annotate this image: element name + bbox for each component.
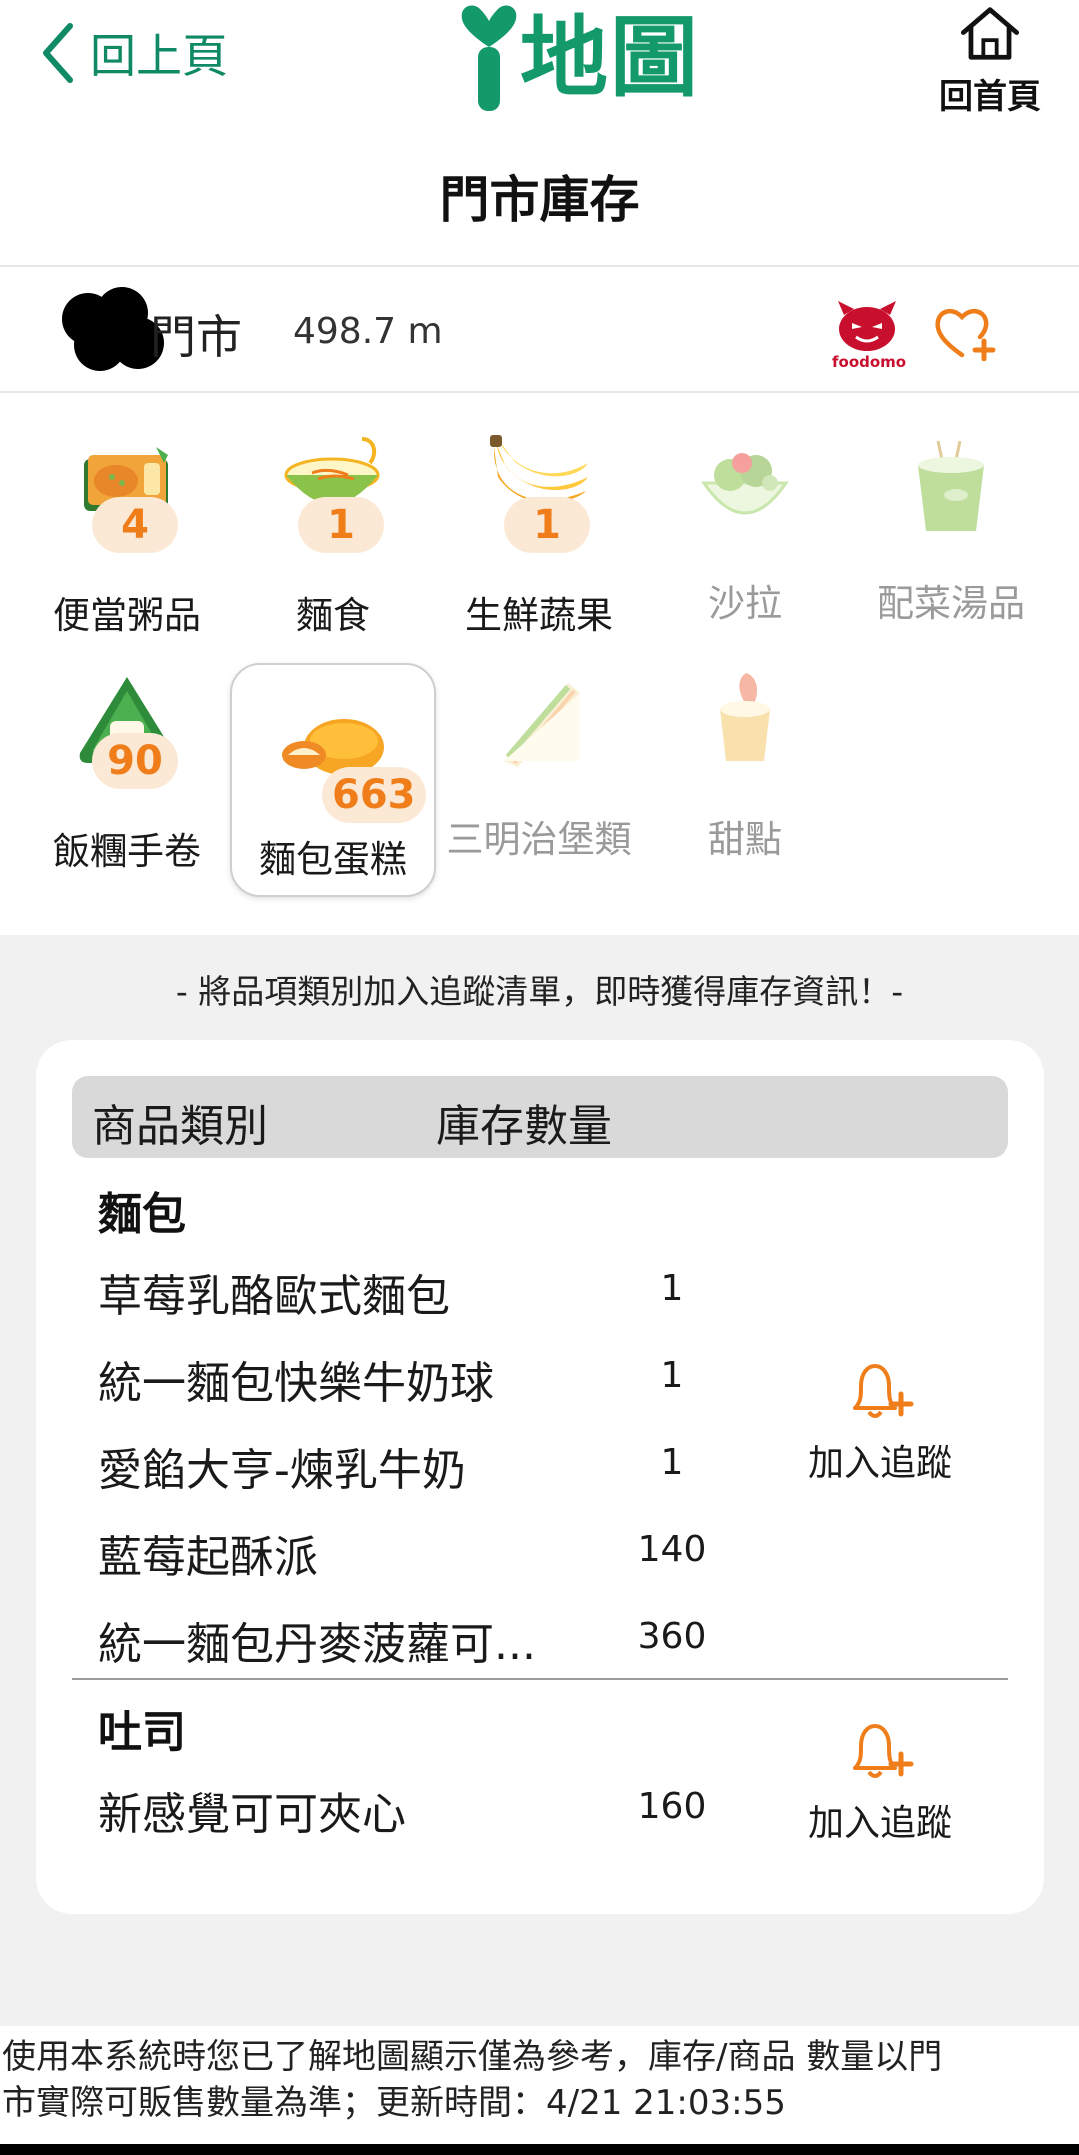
table-header: 商品類別 庫存數量 <box>72 1076 1008 1158</box>
store-bar: 門市 498.7 m foodomo <box>0 267 1079 393</box>
disclaimer-line-1: 使用本系統時您已了解地圖顯示僅為參考，庫存/商品 數量以門 <box>2 2037 943 2077</box>
item-qty: 160 <box>637 1786 707 1827</box>
item-qty: 1 <box>660 1442 684 1483</box>
house-icon <box>960 7 1020 60</box>
category-rice-ball[interactable]: 90 飯糰手卷 <box>24 669 230 903</box>
category-side-soup[interactable]: 配菜湯品 <box>848 433 1054 667</box>
category-label: 配菜湯品 <box>877 582 1025 625</box>
category-dessert[interactable]: 甜點 <box>642 669 848 903</box>
item-name: 藍莓起酥派 <box>98 1532 318 1583</box>
header-category: 商品類別 <box>92 1101 268 1152</box>
foodomo-button[interactable]: foodomo <box>832 297 907 371</box>
inventory-card: 商品類別 庫存數量 麵包 草莓乳酪歐式麵包 1 統一麵包快樂牛奶球 1 愛餡大亨… <box>36 1040 1044 1914</box>
group-title-bread: 麵包 <box>98 1189 186 1240</box>
back-button[interactable]: 回上頁 <box>40 18 228 88</box>
category-count-badge: 663 <box>322 767 426 823</box>
imap-logo: 地圖 <box>458 2 700 114</box>
group-divider <box>72 1678 1008 1680</box>
back-label: 回上頁 <box>90 29 228 83</box>
logo-i-icon <box>461 5 517 111</box>
pudding-icon <box>720 673 770 761</box>
category-count-badge: 90 <box>92 733 178 789</box>
item-name: 草莓乳酪歐式麵包 <box>98 1271 450 1322</box>
group-title-toast: 吐司 <box>98 1707 186 1758</box>
item-name: 統一麵包丹麥菠蘿可... <box>98 1619 536 1670</box>
header-stock: 庫存數量 <box>436 1101 612 1152</box>
item-name: 新感覺可可夾心 <box>98 1789 406 1840</box>
chevron-left-icon <box>43 23 73 83</box>
category-bread-cake[interactable]: 663 麵包蛋糕 <box>230 663 436 897</box>
item-qty: 1 <box>660 1355 684 1396</box>
home-button[interactable]: 回首頁 <box>930 4 1050 118</box>
category-label: 飯糰手卷 <box>53 830 201 873</box>
category-label: 麵食 <box>296 594 370 637</box>
category-salad[interactable]: 沙拉 <box>642 433 848 667</box>
category-bento[interactable]: 4 便當粥品 <box>24 433 230 667</box>
track-label: 加入追蹤 <box>807 1443 952 1484</box>
category-fresh-produce[interactable]: 1 生鮮蔬果 <box>436 433 642 667</box>
category-count-badge: 4 <box>92 497 178 553</box>
item-name: 愛餡大亨-煉乳牛奶 <box>98 1445 466 1496</box>
category-count-badge: 1 <box>298 497 384 553</box>
page-title: 門市庫存 <box>439 171 640 229</box>
category-label: 麵包蛋糕 <box>259 838 407 881</box>
soup-cup-icon <box>918 440 984 531</box>
category-label: 沙拉 <box>708 582 782 625</box>
track-button-bread[interactable]: 加入追蹤 <box>780 1360 980 1486</box>
store-name: 門市 <box>150 310 242 364</box>
item-name: 統一麵包快樂牛奶球 <box>98 1358 494 1409</box>
salad-icon <box>701 453 789 515</box>
category-grid: 4 便當粥品 1 麵食 1 生鮮蔬果 沙拉 配菜湯品 90 飯糰手卷 663 麵… <box>0 393 1079 935</box>
favorite-add-icon[interactable] <box>934 305 1000 361</box>
system-nav-bar <box>0 2144 1079 2155</box>
home-label: 回首頁 <box>939 77 1041 117</box>
category-label: 甜點 <box>708 818 782 861</box>
store-distance: 498.7 m <box>293 311 443 352</box>
header: 回上頁 地圖 回首頁 門市庫存 <box>0 0 1079 265</box>
track-label: 加入追蹤 <box>807 1803 952 1844</box>
disclaimer-line-2: 市實際可販售數量為準；更新時間：4/21 21:03:55 <box>2 2083 786 2123</box>
foodomo-devil-icon <box>838 301 896 351</box>
item-qty: 1 <box>660 1268 684 1309</box>
category-label: 三明治堡類 <box>446 818 632 861</box>
category-count-badge: 1 <box>504 497 590 553</box>
track-button-toast[interactable]: 加入追蹤 <box>780 1720 980 1846</box>
bell-add-icon <box>853 1364 914 1418</box>
category-label: 生鮮蔬果 <box>465 594 613 637</box>
category-label: 便當粥品 <box>53 594 201 637</box>
disclaimer-footer: 使用本系統時您已了解地圖顯示僅為參考，庫存/商品 數量以門 市實際可販售數量為準… <box>0 2026 1079 2144</box>
item-qty: 360 <box>637 1616 707 1657</box>
item-qty: 140 <box>637 1529 707 1570</box>
category-noodles[interactable]: 1 麵食 <box>230 433 436 667</box>
sandwich-icon <box>504 683 580 767</box>
logo-text: 地圖 <box>520 6 701 109</box>
tracking-hint: - 將品項類別加入追蹤清單，即時獲得庫存資訊！- <box>175 972 904 1011</box>
foodomo-label: foodomo <box>832 353 907 371</box>
category-sandwich[interactable]: 三明治堡類 <box>436 669 642 903</box>
bell-add-icon <box>853 1724 914 1778</box>
